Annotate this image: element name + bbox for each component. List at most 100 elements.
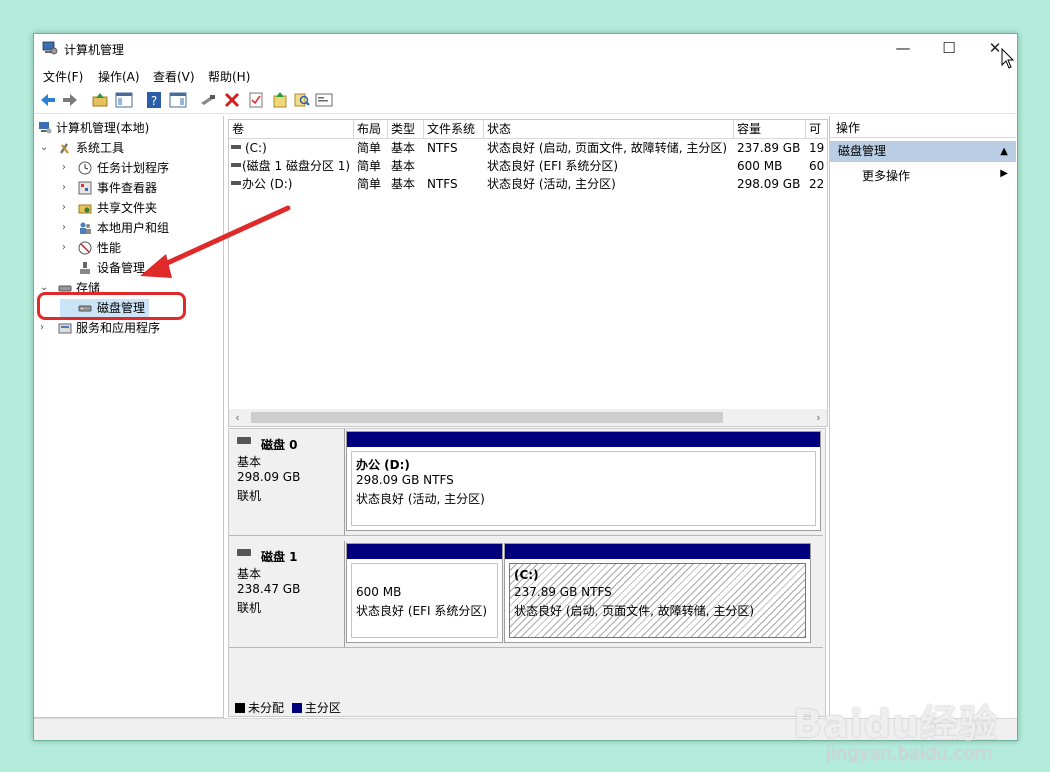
title-bar: 计算机管理 — ☐ ✕ xyxy=(34,34,1017,64)
volume-list: 卷 布局 类型 文件系统 状态 容量 可 (C:) 简单 基本 NTFS 状态良… xyxy=(228,119,828,427)
cell-filesystem: NTFS xyxy=(427,141,458,155)
cell-free: 19 xyxy=(809,141,825,155)
disk-label[interactable]: 磁盘 1 基本 238.47 GB 联机 xyxy=(229,541,345,647)
partition-d[interactable]: 办公 (D:) 298.09 GB NTFS 状态良好 (活动, 主分区) xyxy=(346,431,821,531)
disk-graphical-view: 磁盘 0 基本 298.09 GB 联机 办公 (D:) 298.09 GB N… xyxy=(228,428,826,717)
legend-swatch-primary xyxy=(291,703,302,713)
maximize-button[interactable]: ☐ xyxy=(926,34,972,64)
cell-capacity: 600 MB xyxy=(737,159,783,173)
partition-bar xyxy=(347,432,820,447)
help-icon[interactable]: ? xyxy=(144,90,164,110)
partition-c[interactable]: (C:) 237.89 GB NTFS 状态良好 (启动, 页面文件, 故障转储… xyxy=(504,543,811,643)
horizontal-scrollbar[interactable]: ‹ › xyxy=(229,409,827,426)
computer-management-icon xyxy=(42,41,58,55)
computer-management-icon xyxy=(39,122,52,134)
device-manager-icon xyxy=(80,262,90,274)
menu-action[interactable]: 操作(A) xyxy=(98,68,140,85)
partition-status: 状态良好 (EFI 系统分区) xyxy=(356,604,488,618)
menu-bar: 文件(F) 操作(A) 查看(V) 帮助(H) xyxy=(34,65,1017,85)
column-header-type[interactable]: 类型 xyxy=(388,120,424,139)
window-title: 计算机管理 xyxy=(64,43,125,57)
column-header-volume[interactable]: 卷 xyxy=(229,120,354,139)
chevron-right-icon[interactable]: › xyxy=(62,159,72,177)
legend-unallocated: 未分配 xyxy=(248,701,285,715)
tree-label: 计算机管理(本地) xyxy=(56,121,150,135)
cell-layout: 简单 xyxy=(357,159,382,173)
menu-help[interactable]: 帮助(H) xyxy=(208,68,250,85)
cell-status: 状态良好 (活动, 主分区) xyxy=(487,177,616,191)
action-section-label: 磁盘管理 xyxy=(838,144,887,158)
toolbar: ? xyxy=(34,87,1017,114)
column-header-status[interactable]: 状态 xyxy=(484,120,734,139)
partition-efi[interactable]: 600 MB 状态良好 (EFI 系统分区) xyxy=(346,543,503,643)
column-header-layout[interactable]: 布局 xyxy=(354,120,388,139)
volume-icon xyxy=(231,145,241,149)
chevron-down-icon[interactable]: ⌄ xyxy=(40,139,50,157)
cell-capacity: 298.09 GB xyxy=(737,177,801,191)
more-actions-item[interactable]: 更多操作 xyxy=(862,167,910,184)
export-icon[interactable] xyxy=(270,90,290,110)
tree-label: 服务和应用程序 xyxy=(76,321,161,335)
watermark: Baidu经验 xyxy=(793,702,998,746)
svg-text:?: ? xyxy=(151,94,157,108)
properties-icon[interactable] xyxy=(246,90,266,110)
cell-filesystem: NTFS xyxy=(427,177,458,191)
chevron-right-icon[interactable]: › xyxy=(62,179,72,197)
disk-icon xyxy=(237,437,251,444)
action-pane: 操作 磁盘管理 ▲ 更多操作 ▶ xyxy=(829,116,1016,717)
collapse-icon[interactable]: ▲ xyxy=(1000,141,1008,162)
chevron-right-icon[interactable]: › xyxy=(40,319,50,337)
column-header-free[interactable]: 可 xyxy=(806,120,827,139)
connect-icon[interactable] xyxy=(198,90,218,110)
column-header-filesystem[interactable]: 文件系统 xyxy=(424,120,484,139)
action-section-disk-management[interactable]: 磁盘管理 ▲ xyxy=(830,141,1016,162)
disk-label[interactable]: 磁盘 0 基本 298.09 GB 联机 xyxy=(229,429,345,535)
menu-view[interactable]: 查看(V) xyxy=(153,68,195,85)
chevron-right-icon[interactable]: › xyxy=(62,239,72,257)
disk-name: 磁盘 0 xyxy=(261,438,298,452)
partition-detail: 237.89 GB NTFS xyxy=(514,585,612,599)
scroll-left-icon[interactable]: ‹ xyxy=(229,409,246,426)
clock-icon xyxy=(78,161,92,175)
users-icon xyxy=(80,222,91,234)
chevron-right-icon[interactable]: › xyxy=(62,219,72,237)
cell-layout: 简单 xyxy=(357,141,382,155)
cell-layout: 简单 xyxy=(357,177,382,191)
event-viewer-icon xyxy=(78,181,92,195)
partition-bar xyxy=(347,544,502,559)
scroll-right-icon[interactable]: › xyxy=(810,409,827,426)
cell-status: 状态良好 (启动, 页面文件, 故障转储, 主分区) xyxy=(487,141,728,155)
forward-arrow-icon[interactable] xyxy=(60,90,80,110)
disk-state: 联机 xyxy=(237,489,262,503)
console-icon[interactable] xyxy=(314,90,334,110)
partition-detail: 298.09 GB NTFS xyxy=(356,473,454,487)
cell-free: 60 xyxy=(809,159,825,173)
tree-label: 任务计划程序 xyxy=(97,161,170,175)
cell-type: 基本 xyxy=(391,159,416,173)
up-folder-icon[interactable] xyxy=(90,90,110,110)
submenu-arrow-icon[interactable]: ▶ xyxy=(1000,168,1008,179)
legend: 未分配 主分区 xyxy=(235,699,341,715)
partition-status: 状态良好 (启动, 页面文件, 故障转储, 主分区) xyxy=(514,604,755,618)
scrollbar-thumb[interactable] xyxy=(251,412,723,423)
annotation-arrow-icon xyxy=(140,205,291,278)
menu-file[interactable]: 文件(F) xyxy=(43,68,83,85)
more-actions-label: 更多操作 xyxy=(862,169,911,183)
back-arrow-icon[interactable] xyxy=(38,90,58,110)
chevron-right-icon[interactable]: › xyxy=(62,199,72,217)
cell-volume: (磁盘 1 磁盘分区 1) xyxy=(242,159,351,173)
partition-status: 状态良好 (活动, 主分区) xyxy=(356,492,485,506)
disk-size: 298.09 GB xyxy=(237,470,301,484)
cell-filesystem xyxy=(424,157,484,175)
content-pane: 卷 布局 类型 文件系统 状态 容量 可 (C:) 简单 基本 NTFS 状态良… xyxy=(228,116,828,717)
delete-icon[interactable] xyxy=(222,90,242,110)
show-hide-action-pane-icon[interactable] xyxy=(168,90,188,110)
show-hide-tree-icon[interactable] xyxy=(114,90,134,110)
disk-kind: 基本 xyxy=(237,567,262,581)
minimize-button[interactable]: — xyxy=(880,34,926,64)
search-icon[interactable] xyxy=(292,90,312,110)
services-icon xyxy=(58,323,72,334)
disk-icon xyxy=(237,549,251,556)
column-header-capacity[interactable]: 容量 xyxy=(734,120,806,139)
partition-body: 600 MB 状态良好 (EFI 系统分区) xyxy=(351,563,498,638)
